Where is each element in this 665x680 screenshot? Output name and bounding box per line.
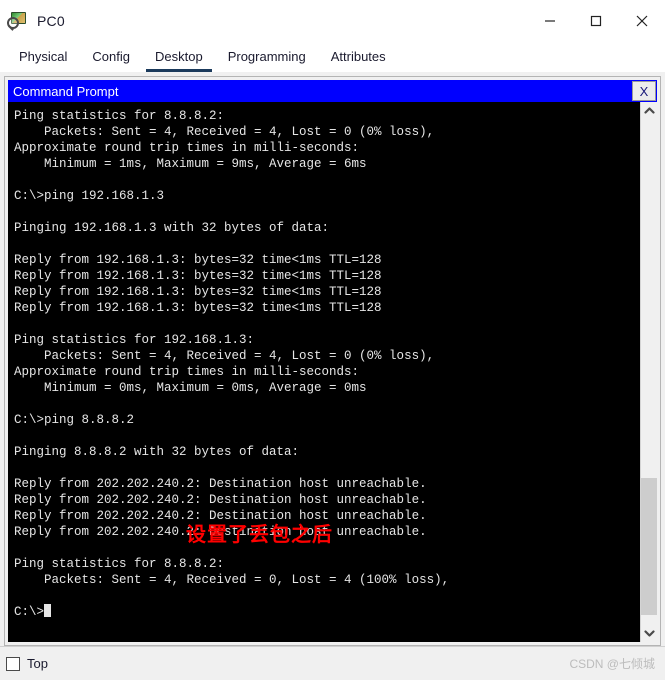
terminal-cursor <box>44 604 52 617</box>
command-prompt-title: Command Prompt <box>13 83 119 99</box>
minimize-icon <box>545 20 555 22</box>
terminal-line: Minimum = 1ms, Maximum = 9ms, Average = … <box>14 157 367 171</box>
tab-programming[interactable]: Programming <box>219 47 315 72</box>
terminal-line: Approximate round trip times in milli-se… <box>14 141 360 155</box>
close-icon <box>636 15 648 27</box>
terminal-line: Ping statistics for 192.168.1.3: <box>14 333 255 347</box>
terminal-line: Reply from 192.168.1.3: bytes=32 time<1m… <box>14 285 382 299</box>
tab-config[interactable]: Config <box>83 47 139 72</box>
minimize-button[interactable] <box>527 0 573 42</box>
window-titlebar: PC0 <box>0 0 665 42</box>
command-prompt-titlebar: Command Prompt X <box>8 80 657 102</box>
terminal-line: Pinging 192.168.1.3 with 32 bytes of dat… <box>14 221 330 235</box>
bottom-bar: Top CSDN @七倾城 <box>0 646 665 680</box>
terminal-output[interactable]: Ping statistics for 8.8.8.2: Packets: Se… <box>8 102 640 642</box>
close-button[interactable] <box>619 0 665 42</box>
pc-magnifier-icon <box>7 10 29 32</box>
terminal-line: C:\> <box>14 604 640 620</box>
desktop-content: Command Prompt X Ping statistics for 8.8… <box>0 72 665 646</box>
terminal-line: Reply from 192.168.1.3: bytes=32 time<1m… <box>14 269 382 283</box>
scroll-up-button[interactable] <box>641 102 657 119</box>
scroll-down-button[interactable] <box>641 625 657 642</box>
terminal-line: Reply from 202.202.240.2: Destination ho… <box>14 493 427 507</box>
window-title: PC0 <box>37 13 65 29</box>
terminal-line: C:\>ping 192.168.1.3 <box>14 189 165 203</box>
tab-physical[interactable]: Physical <box>10 47 76 72</box>
terminal-line: Packets: Sent = 4, Received = 4, Lost = … <box>14 125 435 139</box>
terminal-line: Reply from 202.202.240.2: Destination ho… <box>14 477 427 491</box>
top-checkbox[interactable] <box>6 656 20 671</box>
top-checkbox-label[interactable]: Top <box>27 656 48 671</box>
tab-desktop[interactable]: Desktop <box>146 47 212 72</box>
terminal-line: Minimum = 0ms, Maximum = 0ms, Average = … <box>14 381 367 395</box>
command-prompt-close-button[interactable]: X <box>632 81 656 101</box>
watermark: CSDN @七倾城 <box>569 657 655 671</box>
scrollbar-thumb[interactable] <box>641 478 657 615</box>
scrollbar-track[interactable] <box>641 119 657 625</box>
terminal-line: Reply from 192.168.1.3: bytes=32 time<1m… <box>14 253 382 267</box>
terminal-line: Ping statistics for 8.8.8.2: <box>14 557 225 571</box>
terminal-line: Pinging 8.8.8.2 with 32 bytes of data: <box>14 445 300 459</box>
annotation-text: 设置了丢包之后 <box>186 522 333 546</box>
app-panel: Command Prompt X Ping statistics for 8.8… <box>4 76 661 646</box>
terminal-line: Approximate round trip times in milli-se… <box>14 365 360 379</box>
command-prompt-window: Command Prompt X Ping statistics for 8.8… <box>8 80 657 642</box>
tab-attributes[interactable]: Attributes <box>322 47 395 72</box>
pc-device-window: PC0 Physical Config Desktop Programming … <box>0 0 665 680</box>
terminal-line: Reply from 192.168.1.3: bytes=32 time<1m… <box>14 301 382 315</box>
terminal-scrollbar[interactable] <box>640 102 657 642</box>
chevron-down-icon <box>643 630 655 637</box>
chevron-up-icon <box>643 107 655 114</box>
maximize-icon <box>590 15 602 27</box>
terminal-line: Packets: Sent = 4, Received = 4, Lost = … <box>14 349 435 363</box>
terminal-line: Packets: Sent = 4, Received = 0, Lost = … <box>14 573 450 587</box>
terminal-line: Ping statistics for 8.8.8.2: <box>14 109 225 123</box>
terminal-line: C:\>ping 8.8.8.2 <box>14 413 135 427</box>
device-tabs: Physical Config Desktop Programming Attr… <box>0 42 665 72</box>
command-prompt-body: Ping statistics for 8.8.8.2: Packets: Se… <box>8 102 657 642</box>
maximize-button[interactable] <box>573 0 619 42</box>
